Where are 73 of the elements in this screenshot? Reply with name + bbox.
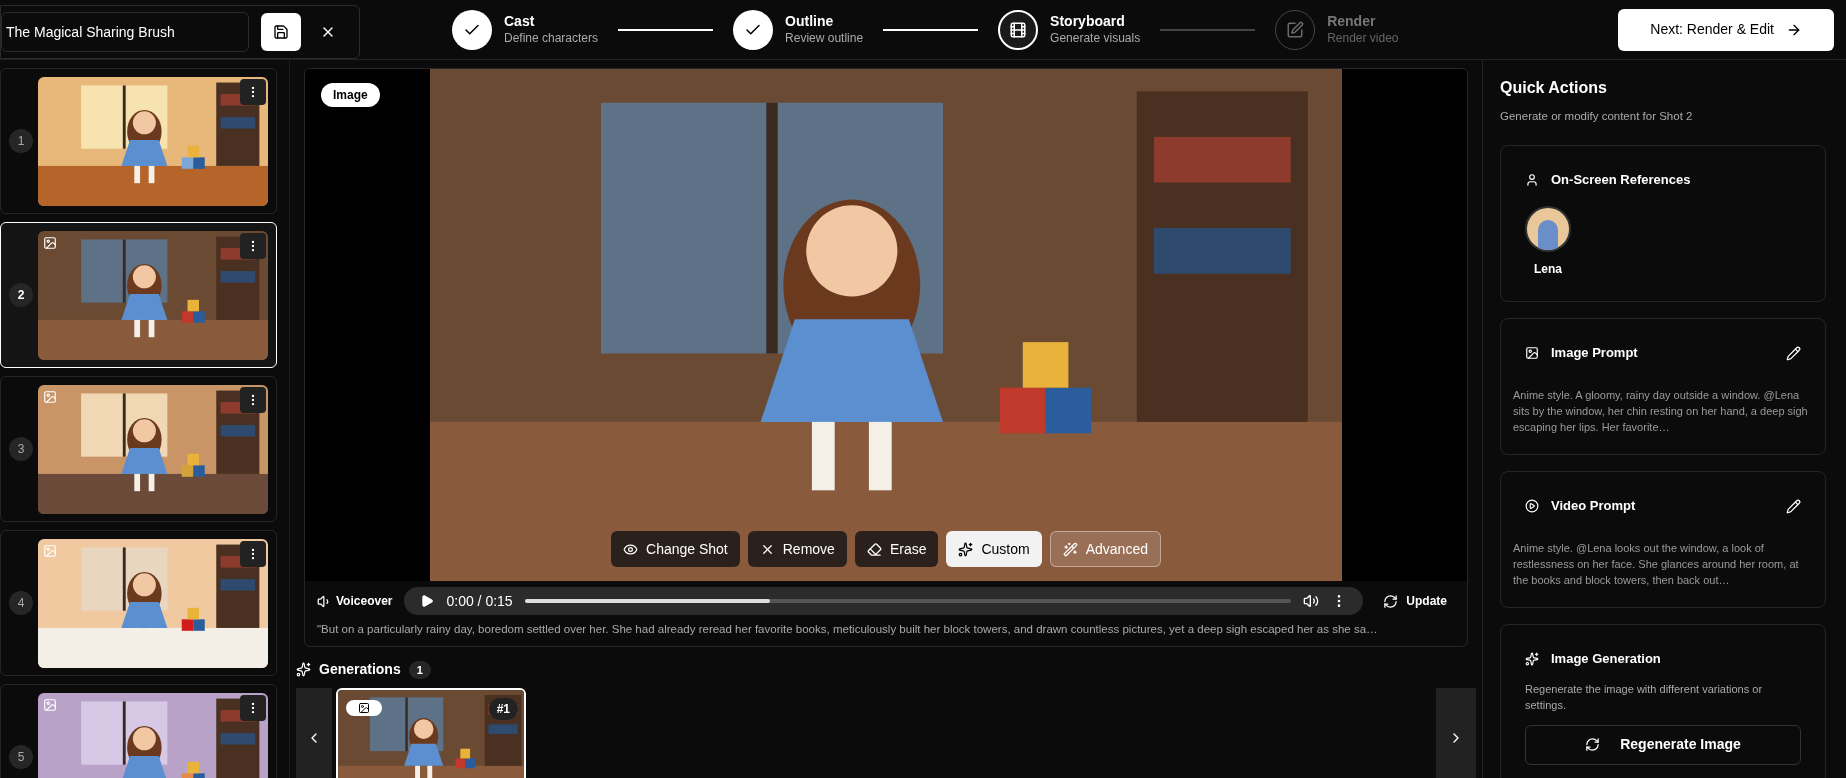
- more-button[interactable]: [240, 540, 266, 567]
- save-button[interactable]: [261, 12, 301, 51]
- shot-number: 5: [9, 745, 33, 769]
- card-description: Regenerate the image with different variations or settings.: [1525, 681, 1764, 713]
- prompt-text: Anime style. A gloomy, rainy day outside a window. @Lena sits by the window, her chin resting on her hand, a deep sigh escaping her lips. Her favorite…: [1513, 387, 1809, 435]
- step-title: Outline: [785, 13, 835, 31]
- shot-card[interactable]: 5: [0, 684, 277, 778]
- voiceover-label: Voiceover: [336, 593, 393, 610]
- generations-title: Generations: [319, 660, 401, 680]
- step-subtitle: Define characters: [504, 30, 599, 46]
- card-title: Image Prompt: [1551, 344, 1638, 363]
- generation-thumbnail[interactable]: #1: [336, 688, 526, 778]
- shot-card[interactable]: 2: [0, 222, 277, 368]
- edit-button[interactable]: [1786, 345, 1801, 361]
- image-icon: [1525, 346, 1539, 360]
- edit-icon: [1286, 20, 1305, 39]
- step-title: Storyboard: [1050, 13, 1126, 31]
- step-subtitle: Render video: [1327, 30, 1399, 46]
- prompt-text: Anime style. @Lena looks out the window, a look of restlessness on her face. She glances around her room, at the books and block towers, then back out…: [1513, 540, 1800, 588]
- save-icon: [273, 23, 289, 40]
- more-button[interactable]: [240, 386, 266, 413]
- regenerate-button[interactable]: Regenerate Image: [1525, 724, 1801, 765]
- shot-number: 4: [9, 591, 33, 615]
- panel-title: Quick Actions: [1500, 78, 1608, 98]
- card-title: On-Screen References: [1551, 171, 1691, 190]
- avatar[interactable]: [1525, 205, 1571, 252]
- tool-button[interactable]: Custom: [946, 531, 1042, 567]
- shot-number: 1: [9, 129, 33, 153]
- play-circle-icon: [1525, 499, 1539, 513]
- generations-count: 1: [408, 660, 431, 679]
- image-icon: [358, 702, 370, 715]
- sparkles-icon: [1525, 652, 1539, 666]
- volume-icon[interactable]: [1303, 593, 1320, 609]
- eye-icon: [623, 541, 638, 557]
- play-icon[interactable]: [420, 594, 435, 608]
- update-button[interactable]: Update: [1375, 592, 1455, 610]
- audio-player[interactable]: 0:00 / 0:15: [404, 587, 1364, 615]
- magic-wand-icon: [1062, 541, 1078, 557]
- voiceover-text: "But on a particularly rainy day, boredom settled over her. She had already reread her favorite books, meticulously built her block towers, and drawn countless pictures, yet a deep sigh escaped her as she sa…: [316, 622, 1379, 637]
- pencil-icon: [1786, 498, 1801, 514]
- step-subtitle: Review outline: [785, 30, 864, 46]
- person-name: Lena: [1534, 260, 1562, 278]
- image-badge: Image: [321, 83, 380, 107]
- shot-card[interactable]: 4: [0, 530, 277, 676]
- title-field[interactable]: The Magical Sharing Brush: [1, 11, 249, 52]
- sparkles-icon: [296, 662, 311, 678]
- film-icon: [1009, 20, 1028, 39]
- shot-number: 2: [9, 283, 33, 307]
- refresh-icon: [1383, 593, 1399, 609]
- shot-card[interactable]: 1: [0, 68, 277, 214]
- shot-card[interactable]: 3: [0, 376, 277, 522]
- card-title: Image Generation: [1551, 650, 1661, 669]
- next-button[interactable]: Next: Render & Edit: [1618, 8, 1834, 51]
- sparkles-icon: [958, 541, 974, 557]
- audio-time: 0:00 / 0:15: [446, 591, 513, 611]
- step-title: Cast: [504, 13, 536, 31]
- eraser-icon: [866, 541, 882, 557]
- step-title: Render: [1327, 13, 1377, 31]
- tool-button[interactable]: Erase: [854, 531, 939, 567]
- panel-subtitle: Generate or modify content for Shot 2: [1500, 109, 1694, 124]
- audio-progress-track[interactable]: [524, 599, 1292, 603]
- refresh-icon: [1585, 737, 1601, 753]
- card-title: Video Prompt: [1551, 497, 1636, 516]
- shot-number: 3: [9, 437, 33, 461]
- more-button[interactable]: [240, 78, 266, 105]
- pencil-icon: [1786, 345, 1801, 361]
- step-subtitle: Generate visuals: [1050, 30, 1141, 46]
- more-button[interactable]: [240, 694, 266, 721]
- user-icon: [1525, 173, 1539, 187]
- edit-button[interactable]: [1786, 498, 1801, 514]
- tool-button[interactable]: Change Shot: [611, 531, 740, 567]
- tool-button[interactable]: Advanced: [1049, 531, 1161, 567]
- tool-button[interactable]: Remove: [747, 531, 847, 567]
